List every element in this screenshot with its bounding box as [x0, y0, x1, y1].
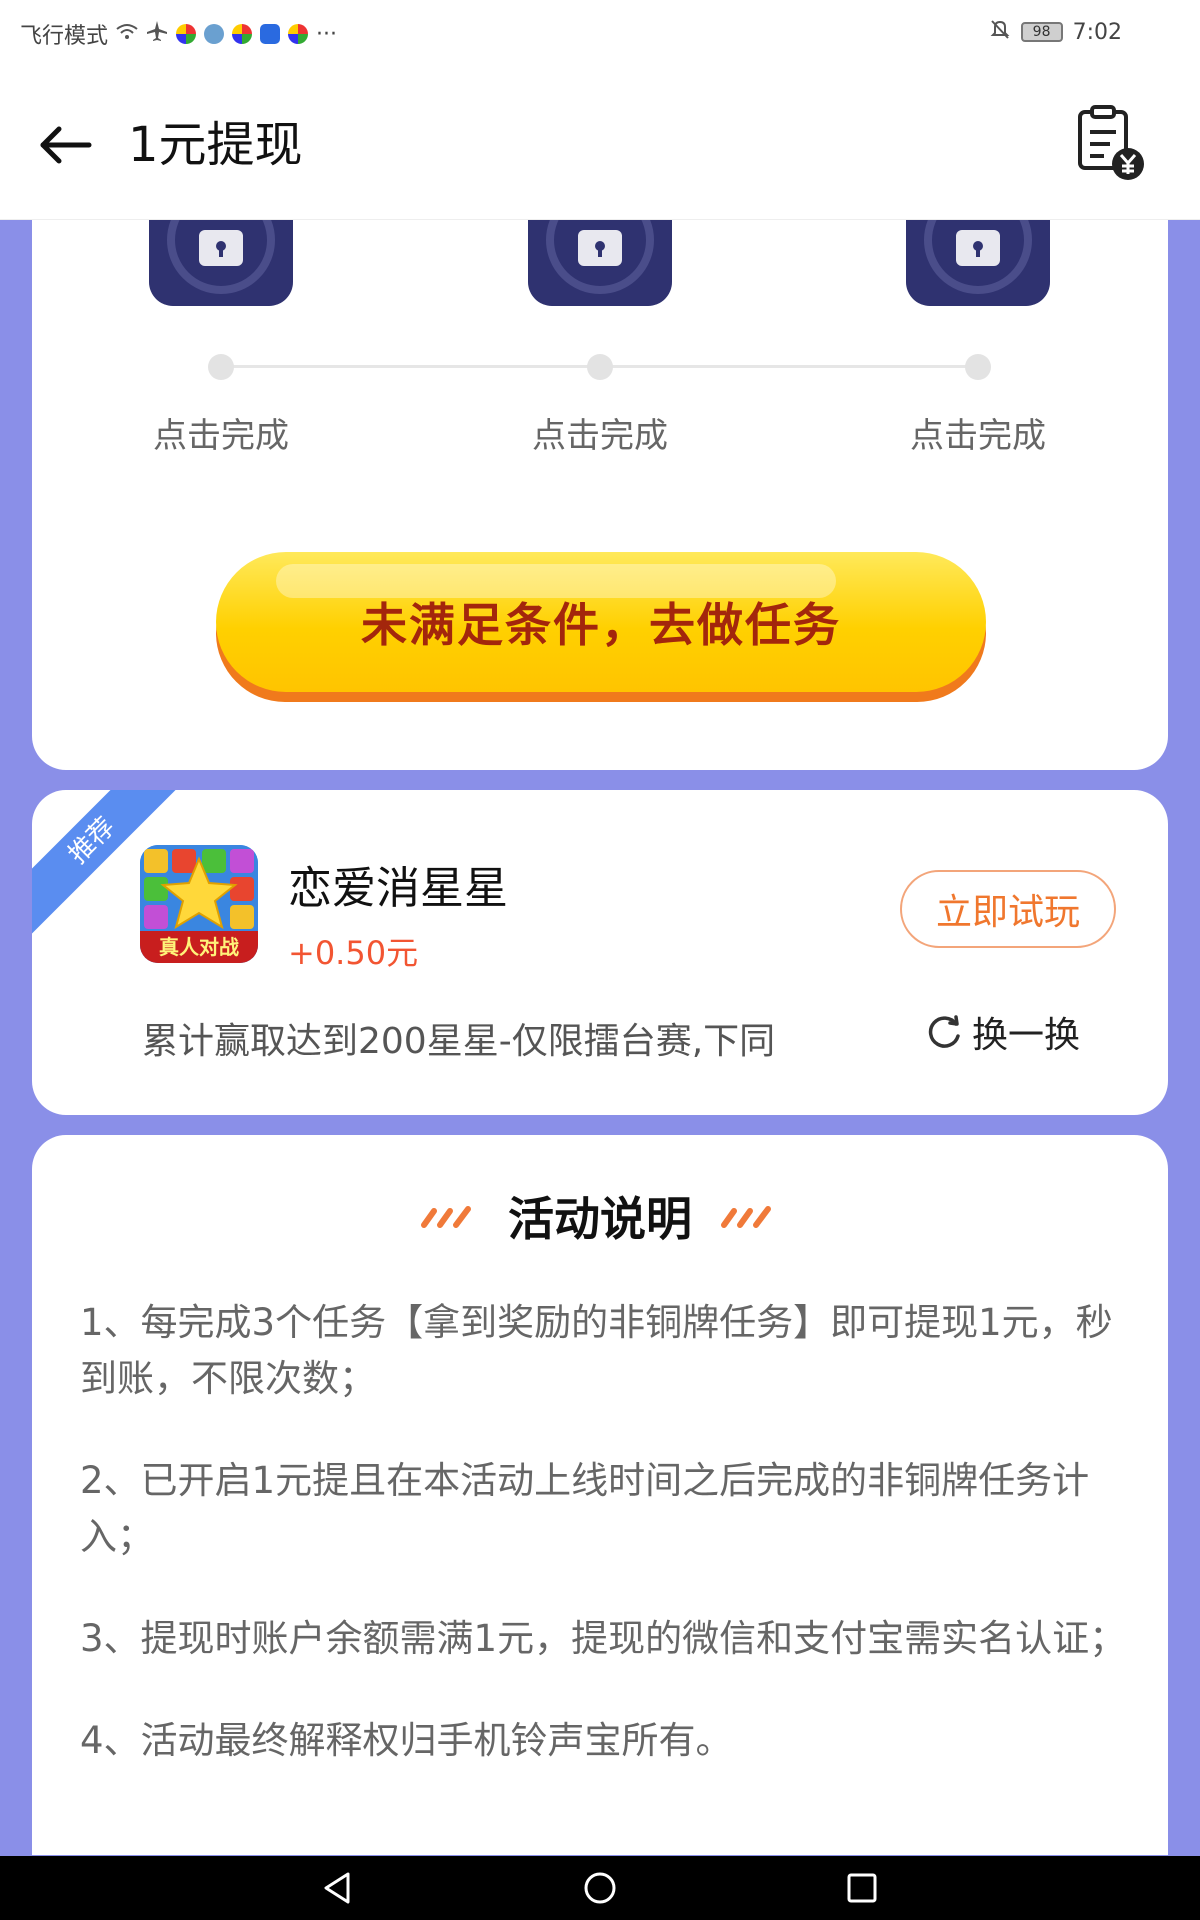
recommend-card: 推荐 真人对战 恋爱消星星 +0.50元 立即试玩 累计赢取达到200星星-仅限…: [32, 790, 1168, 1115]
withdraw-records-button[interactable]: [1074, 104, 1150, 184]
button-face: 未满足条件，去做任务: [216, 552, 986, 692]
do-tasks-button[interactable]: 未满足条件，去做任务: [216, 552, 986, 702]
wifi-icon: [116, 22, 138, 47]
app-reward: +0.50元: [288, 934, 419, 972]
mute-icon: [989, 18, 1011, 46]
locked-task-tile[interactable]: [149, 220, 293, 306]
rule-item: 2、已开启1元提且在本活动上线时间之后完成的非铜牌任务计入；: [80, 1459, 1090, 1558]
title-deco-icon: [721, 1206, 771, 1228]
app-task-description: 累计赢取达到200星星-仅限擂台赛,下同: [142, 1021, 776, 1062]
step-label[interactable]: 点击完成: [878, 408, 1078, 457]
app-name: 恋爱消星星: [288, 863, 508, 914]
progress-dot: [587, 354, 613, 380]
app-header: 1元提现: [0, 68, 1200, 220]
app-notification-icon: [176, 24, 197, 44]
status-bar: 飞行模式 ··· 98 7:02: [0, 0, 1200, 68]
title-deco-icon: [421, 1206, 471, 1228]
swap-label: 换一换: [971, 1015, 1080, 1056]
refresh-icon: [928, 1015, 960, 1048]
app-notification-icon: [288, 24, 309, 44]
step-label[interactable]: 点击完成: [500, 408, 700, 457]
airplane-mode-label: 飞行模式: [20, 24, 109, 49]
battery-icon: 98: [1020, 22, 1063, 42]
airplane-icon: [146, 20, 168, 48]
step-label[interactable]: 点击完成: [121, 408, 321, 457]
try-now-button[interactable]: 立即试玩: [900, 870, 1116, 948]
swap-button[interactable]: 换一换: [924, 1006, 1080, 1058]
locked-task-tile[interactable]: [906, 220, 1050, 306]
rule-item: 4、活动最终解释权归手机铃声宝所有。: [80, 1719, 733, 1762]
activity-title: 活动说明: [508, 1192, 692, 1246]
back-button[interactable]: [30, 110, 100, 180]
app-icon-banner-text: 真人对战: [159, 935, 239, 959]
app-notification-icon: [232, 24, 253, 44]
nav-home-icon[interactable]: [580, 1868, 620, 1908]
rule-item: 1、每完成3个任务【拿到奖励的非铜牌任务】即可提现1元，秒到账，不限次数；: [80, 1301, 1113, 1400]
progress-dot: [208, 354, 234, 380]
page-title: 1元提现: [128, 117, 303, 173]
do-tasks-label: 未满足条件，去做任务: [361, 598, 841, 652]
app-icon[interactable]: 真人对战: [140, 845, 258, 963]
clock: 7:02: [1072, 19, 1122, 45]
rule-item: 3、提现时账户余额需满1元，提现的微信和支付宝需实名认证；: [80, 1617, 1127, 1660]
app-notification-icon: [204, 24, 225, 44]
activity-title-row: 活动说明: [32, 1183, 1168, 1249]
back-arrow-icon: [40, 126, 92, 164]
progress-card: 点击完成 点击完成 点击完成 未满足条件，去做任务: [32, 220, 1168, 770]
records-yen-icon: [1078, 105, 1144, 180]
status-left: 飞行模式 ···: [20, 18, 337, 50]
app-notification-icon: [260, 24, 281, 44]
nav-recents-icon[interactable]: [842, 1868, 882, 1908]
nav-back-icon[interactable]: [318, 1868, 358, 1908]
status-right: 98 7:02: [989, 18, 1122, 46]
more-notifications-icon: ···: [316, 21, 337, 47]
activity-card: 活动说明 1、每完成3个任务【拿到奖励的非铜牌任务】即可提现1元，秒到账，不限次…: [32, 1135, 1168, 1855]
progress-dot: [965, 354, 991, 380]
locked-task-tile[interactable]: [528, 220, 672, 306]
activity-rules: 1、每完成3个任务【拿到奖励的非铜牌任务】即可提现1元，秒到账，不限次数； 2、…: [80, 1295, 1130, 1815]
system-nav-bar: [0, 1856, 1200, 1920]
